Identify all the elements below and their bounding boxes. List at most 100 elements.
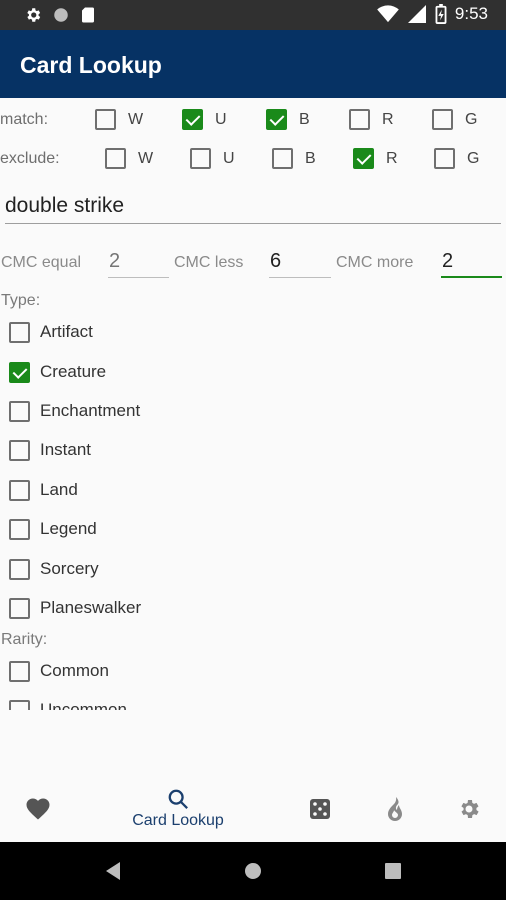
checkbox-label: Artifact <box>40 322 93 341</box>
checkbox-box[interactable] <box>272 148 293 169</box>
back-icon[interactable] <box>104 861 122 881</box>
checkbox-box[interactable] <box>9 439 30 461</box>
cmc-more-input[interactable] <box>441 246 502 276</box>
nav-trending[interactable] <box>375 776 415 842</box>
nav-card-lookup[interactable]: Card Lookup <box>123 776 233 842</box>
match-g-checkbox[interactable]: G <box>432 109 477 130</box>
checkbox-label: Common <box>40 661 109 680</box>
cmc-equal-field[interactable] <box>108 246 169 278</box>
checkbox-label: W <box>128 110 144 128</box>
checkbox-label: Enchantment <box>40 401 141 420</box>
checkbox-box[interactable] <box>9 597 30 619</box>
nav-settings[interactable] <box>449 776 489 842</box>
checkbox-box[interactable] <box>9 361 30 383</box>
type-planeswalker-checkbox[interactable]: Planeswalker <box>9 596 141 620</box>
checkbox-label: Instant <box>40 440 92 459</box>
checkbox-label: U <box>223 149 235 167</box>
checkbox-label: Uncommon <box>40 700 127 710</box>
exclude-g-checkbox[interactable]: G <box>434 148 479 169</box>
checkbox-label: B <box>299 110 310 128</box>
flame-icon <box>388 797 402 821</box>
heart-icon <box>26 798 50 820</box>
checkbox-label: R <box>386 149 398 167</box>
type-instant-checkbox[interactable]: Instant <box>9 438 91 462</box>
wifi-icon <box>377 5 399 23</box>
checkbox-box[interactable] <box>182 109 203 130</box>
cmc-equal-input[interactable] <box>108 246 169 276</box>
type-artifact-checkbox[interactable]: Artifact <box>9 320 93 344</box>
recents-icon[interactable] <box>385 863 401 879</box>
checkbox-box[interactable] <box>95 109 116 130</box>
checkbox-label: Creature <box>40 362 107 381</box>
type-sorcery-checkbox[interactable]: Sorcery <box>9 557 99 581</box>
exclude-row: exclude: W U B R G <box>0 143 506 175</box>
app-title: Card Lookup <box>20 52 162 78</box>
match-row: match: W U B R G <box>0 104 506 136</box>
checkbox-label: W <box>138 149 154 167</box>
filter-scroll-area[interactable]: Type: Artifact Creature Enchantment Inst… <box>0 290 506 710</box>
checkbox-box[interactable] <box>9 321 30 343</box>
battery-icon <box>435 4 447 24</box>
cmc-equal-label: CMC equal <box>1 254 82 271</box>
signal-icon <box>407 5 426 23</box>
system-navigation-bar <box>0 842 506 900</box>
type-land-checkbox[interactable]: Land <box>9 478 78 502</box>
exclude-u-checkbox[interactable]: U <box>190 148 235 169</box>
nav-label: Card Lookup <box>132 812 224 829</box>
match-label: match: <box>0 111 49 128</box>
checkbox-box[interactable] <box>9 518 30 540</box>
home-icon[interactable] <box>244 862 262 880</box>
cmc-less-field[interactable] <box>269 246 331 278</box>
sd-card-icon <box>82 7 94 23</box>
rarity-common-checkbox[interactable]: Common <box>9 659 109 683</box>
exclude-r-checkbox[interactable]: R <box>353 148 398 169</box>
match-w-checkbox[interactable]: W <box>95 109 143 130</box>
checkbox-box[interactable] <box>9 479 30 501</box>
checkbox-box[interactable] <box>432 109 453 130</box>
checkbox-box[interactable] <box>9 660 30 682</box>
circle-icon <box>54 8 68 22</box>
match-b-checkbox[interactable]: B <box>266 109 310 130</box>
search-icon <box>168 789 188 809</box>
exclude-b-checkbox[interactable]: B <box>272 148 316 169</box>
checkbox-box[interactable] <box>349 109 370 130</box>
rarity-label: Rarity: <box>1 631 48 648</box>
type-creature-checkbox[interactable]: Creature <box>9 360 106 384</box>
exclude-w-checkbox[interactable]: W <box>105 148 153 169</box>
checkbox-label: B <box>305 149 316 167</box>
nav-random[interactable] <box>300 776 340 842</box>
checkbox-box[interactable] <box>9 400 30 422</box>
exclude-label: exclude: <box>0 150 60 167</box>
type-legend-checkbox[interactable]: Legend <box>9 517 97 541</box>
checkbox-label: Land <box>40 480 78 499</box>
checkbox-box[interactable] <box>266 109 287 130</box>
dice-icon <box>310 799 330 819</box>
gear-icon <box>461 800 479 818</box>
cmc-more-field[interactable] <box>441 246 502 278</box>
match-r-checkbox[interactable]: R <box>349 109 394 130</box>
nav-favorites[interactable] <box>18 776 58 842</box>
search-input[interactable] <box>5 190 501 222</box>
checkbox-box[interactable] <box>353 148 374 169</box>
checkbox-box[interactable] <box>434 148 455 169</box>
checkbox-box[interactable] <box>9 558 30 580</box>
type-enchantment-checkbox[interactable]: Enchantment <box>9 399 140 423</box>
app-screen: 9:53 Card Lookup match: W U B R G exclud… <box>0 0 506 900</box>
search-field[interactable] <box>5 190 501 224</box>
cmc-more-label: CMC more <box>336 254 414 271</box>
checkbox-box[interactable] <box>190 148 211 169</box>
checkbox-box[interactable] <box>9 699 30 710</box>
match-u-checkbox[interactable]: U <box>182 109 227 130</box>
gear-icon <box>27 8 41 22</box>
cmc-less-label: CMC less <box>174 254 244 271</box>
checkbox-label: G <box>465 110 478 128</box>
checkbox-label: R <box>382 110 394 128</box>
rarity-uncommon-checkbox[interactable]: Uncommon <box>9 698 127 710</box>
checkbox-label: G <box>467 149 480 167</box>
checkbox-box[interactable] <box>105 148 126 169</box>
bottom-navigation: Card Lookup <box>0 776 506 842</box>
cmc-less-input[interactable] <box>269 246 331 276</box>
checkbox-label: Sorcery <box>40 559 99 578</box>
type-label: Type: <box>1 292 41 309</box>
checkbox-label: Planeswalker <box>40 598 142 617</box>
